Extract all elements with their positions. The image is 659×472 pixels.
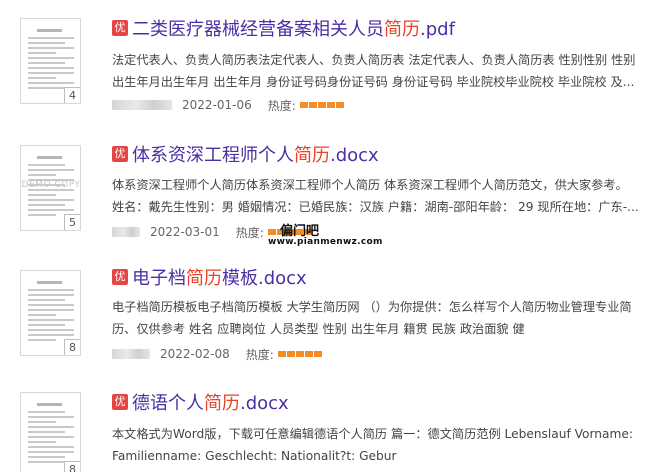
result-snippet: 电子档简历模板电子档简历模板 大学生简历网 （）为你提供：怎么样写个人简历物业管… (112, 300, 632, 336)
thumbnail-preview (28, 29, 74, 92)
result-meta: 2022-01-06 热度: (112, 96, 344, 114)
result-title-row[interactable]: 优 二类医疗器械经营备案相关人员简历.pdf (112, 15, 455, 41)
thumbnail-preview (28, 281, 74, 344)
page-count-badge: 4 (64, 87, 80, 103)
heat-label: 热度: (267, 98, 296, 113)
thumbnail-preview (28, 403, 74, 466)
document-thumbnail[interactable]: 4 (20, 18, 81, 104)
thumbnail-watermark: DEMO COPY (21, 180, 81, 190)
result-snippet: 本文格式为Word版，下载可任意编辑德语个人简历 篇一：德文简历范例 Leben… (112, 427, 633, 463)
uploader-name-blurred[interactable] (112, 100, 172, 110)
quality-badge: 优 (112, 394, 128, 410)
heat-rating (277, 351, 322, 357)
result-snippet: 体系资深工程师个人简历体系资深工程师个人简历 体系资深工程师个人简历范文，供大家… (112, 178, 639, 214)
heat-label: 热度: (235, 225, 264, 240)
result-title-row[interactable]: 优 体系资深工程师个人简历.docx (112, 141, 379, 167)
upload-date: 2022-03-01 (150, 225, 220, 239)
quality-badge: 优 (112, 20, 128, 36)
result-title-link[interactable]: 电子档简历模板.docx (132, 264, 307, 290)
page-count-badge: 8 (64, 339, 80, 355)
page-count-badge: 8 (64, 461, 80, 472)
quality-badge: 优 (112, 269, 128, 285)
heat-label: 热度: (245, 347, 274, 362)
page-count-badge: 5 (64, 214, 80, 230)
result-title-link[interactable]: 德语个人简历.docx (132, 389, 289, 415)
result-meta: 2022-02-08 热度: (112, 345, 322, 363)
document-thumbnail[interactable]: 8 (20, 270, 81, 356)
upload-date: 2022-02-08 (160, 347, 230, 361)
upload-date: 2022-01-06 (182, 98, 252, 112)
site-watermark: 偏门吧 www.pianmenwz.com (268, 220, 382, 250)
result-title-row[interactable]: 优 德语个人简历.docx (112, 389, 289, 415)
result-title-row[interactable]: 优 电子档简历模板.docx (112, 264, 307, 290)
uploader-name-blurred[interactable] (112, 227, 140, 237)
result-snippet: 法定代表人、负责人简历表法定代表人、负责人简历表 法定代表人、负责人简历表 性别… (112, 53, 636, 89)
uploader-name-blurred[interactable] (112, 349, 150, 359)
document-thumbnail[interactable]: 8 (20, 392, 81, 472)
watermark-url: www.pianmenwz.com (268, 237, 383, 247)
result-title-link[interactable]: 二类医疗器械经营备案相关人员简历.pdf (132, 15, 455, 41)
document-thumbnail[interactable]: DEMO COPY 5 (20, 145, 81, 231)
heat-rating (299, 102, 344, 108)
quality-badge: 优 (112, 146, 128, 162)
result-title-link[interactable]: 体系资深工程师个人简历.docx (132, 141, 379, 167)
